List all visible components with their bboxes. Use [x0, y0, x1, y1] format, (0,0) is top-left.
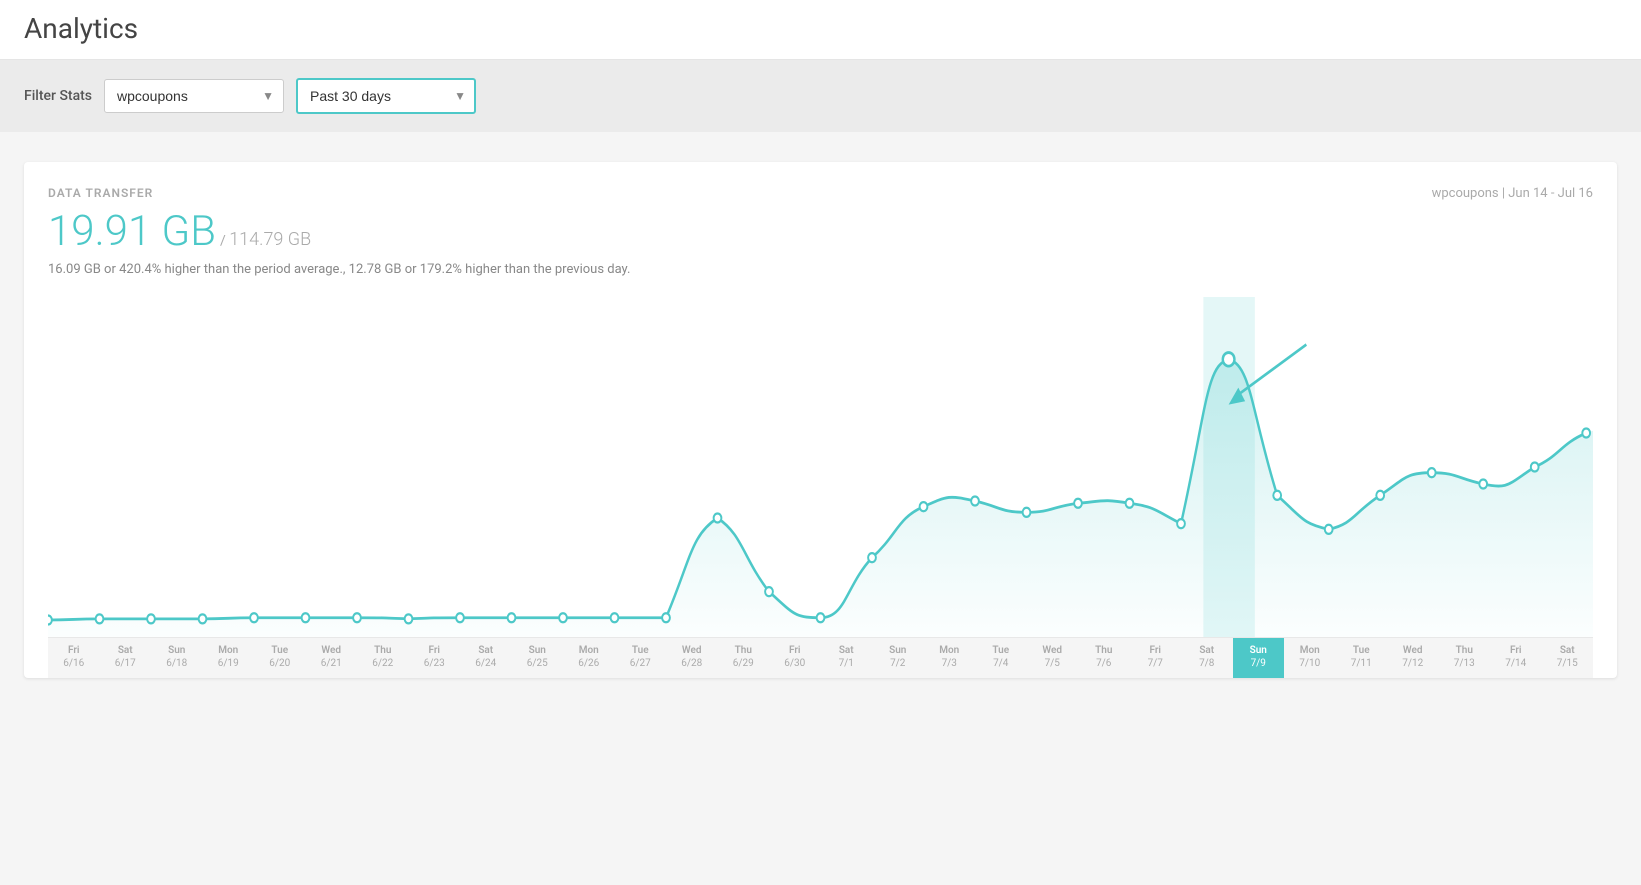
- data-point: [1273, 491, 1281, 500]
- data-point: [868, 553, 876, 562]
- data-point: [1023, 508, 1031, 517]
- x-axis-label: Sat6/17: [100, 638, 152, 678]
- data-point: [1582, 428, 1590, 437]
- data-point: [456, 613, 464, 622]
- page-title: Analytics: [24, 12, 1617, 45]
- data-point: [1531, 462, 1539, 471]
- chart-svg: [48, 297, 1593, 637]
- x-axis-label: Tue7/4: [975, 638, 1027, 678]
- x-axis-label: Thu6/22: [357, 638, 409, 678]
- x-axis-label: Tue6/27: [615, 638, 667, 678]
- data-point: [1177, 519, 1185, 528]
- x-axis-label: Sat7/1: [821, 638, 873, 678]
- data-point: [559, 613, 567, 622]
- data-value-total: 114.79 GB: [229, 229, 311, 250]
- data-value-row: 19.91 GB / 114.79 GB: [48, 207, 1593, 256]
- x-axis-labels: Fri6/16Sat6/17Sun6/18Mon6/19Tue6/20Wed6/…: [48, 637, 1593, 678]
- data-point: [508, 613, 516, 622]
- x-axis-label: Tue7/11: [1336, 638, 1388, 678]
- filter-bar: Filter Stats wpcoupons site2 site3 ▼ Pas…: [0, 60, 1641, 132]
- data-point: [765, 587, 773, 596]
- data-point: [48, 615, 52, 624]
- data-comparison-text: 16.09 GB or 420.4% higher than the perio…: [48, 262, 1593, 277]
- x-axis-label: Wed7/5: [1027, 638, 1079, 678]
- data-point: [96, 614, 104, 623]
- x-axis-label: Mon7/10: [1284, 638, 1336, 678]
- data-point: [611, 613, 619, 622]
- x-axis-label: Fri6/23: [409, 638, 461, 678]
- x-axis-label: Thu7/13: [1439, 638, 1491, 678]
- data-value-separator: /: [220, 233, 229, 249]
- data-point: [353, 613, 361, 622]
- data-point: [920, 502, 928, 511]
- main-content: DATA TRANSFER wpcoupons | Jun 14 - Jul 1…: [0, 132, 1641, 708]
- data-point: [302, 613, 310, 622]
- data-value-main: 19.91 GB: [48, 207, 216, 256]
- data-point: [405, 614, 413, 623]
- x-axis-label: Sat6/24: [460, 638, 512, 678]
- x-axis-label: Mon7/3: [924, 638, 976, 678]
- x-axis-label: Mon6/19: [203, 638, 255, 678]
- data-point: [1479, 479, 1487, 488]
- site-select-wrapper: wpcoupons site2 site3 ▼: [104, 79, 284, 113]
- x-axis-label: Sat7/15: [1542, 638, 1594, 678]
- x-axis-label: Fri6/16: [48, 638, 100, 678]
- site-select[interactable]: wpcoupons site2 site3: [104, 79, 284, 113]
- data-point: [1428, 468, 1436, 477]
- page-header: Analytics: [0, 0, 1641, 60]
- x-axis-label: Fri7/7: [1130, 638, 1182, 678]
- x-axis-label: Tue6/20: [254, 638, 306, 678]
- period-select-wrapper: Past 30 days Past 7 days Past 90 days Th…: [296, 78, 476, 114]
- chart-section-title: DATA TRANSFER: [48, 186, 153, 200]
- x-axis-label: Sun7/2: [872, 638, 924, 678]
- data-point: [1074, 499, 1082, 508]
- data-point: [1376, 491, 1384, 500]
- x-axis-label: Sun6/18: [151, 638, 203, 678]
- x-axis-label: Mon6/26: [563, 638, 615, 678]
- data-point: [147, 614, 155, 623]
- chart-subtitle: wpcoupons | Jun 14 - Jul 16: [1432, 186, 1593, 201]
- data-point: [1126, 499, 1134, 508]
- data-point: [817, 613, 825, 622]
- period-select[interactable]: Past 30 days Past 7 days Past 90 days Th…: [296, 78, 476, 114]
- data-point: [714, 513, 722, 522]
- chart-area: [48, 297, 1593, 637]
- x-axis-label: Wed7/12: [1387, 638, 1439, 678]
- filter-stats-label: Filter Stats: [24, 88, 92, 104]
- data-point-peak: [1223, 353, 1235, 367]
- chart-card: DATA TRANSFER wpcoupons | Jun 14 - Jul 1…: [24, 162, 1617, 678]
- data-point: [971, 496, 979, 505]
- data-point: [250, 613, 258, 622]
- data-point: [1325, 525, 1333, 534]
- x-axis-label: Sun6/25: [512, 638, 564, 678]
- x-axis-label: Sat7/8: [1181, 638, 1233, 678]
- x-axis-label: Wed6/21: [306, 638, 358, 678]
- chart-card-header: DATA TRANSFER wpcoupons | Jun 14 - Jul 1…: [48, 186, 1593, 201]
- data-point: [662, 613, 670, 622]
- x-axis-label: Thu6/29: [718, 638, 770, 678]
- x-axis-label: Fri7/14: [1490, 638, 1542, 678]
- x-axis-label: Thu7/6: [1078, 638, 1130, 678]
- data-point: [199, 614, 207, 623]
- x-axis-label: Sun7/9: [1233, 638, 1285, 678]
- x-axis-label: Wed6/28: [666, 638, 718, 678]
- x-axis-label: Fri6/30: [769, 638, 821, 678]
- area-fill: [48, 359, 1593, 637]
